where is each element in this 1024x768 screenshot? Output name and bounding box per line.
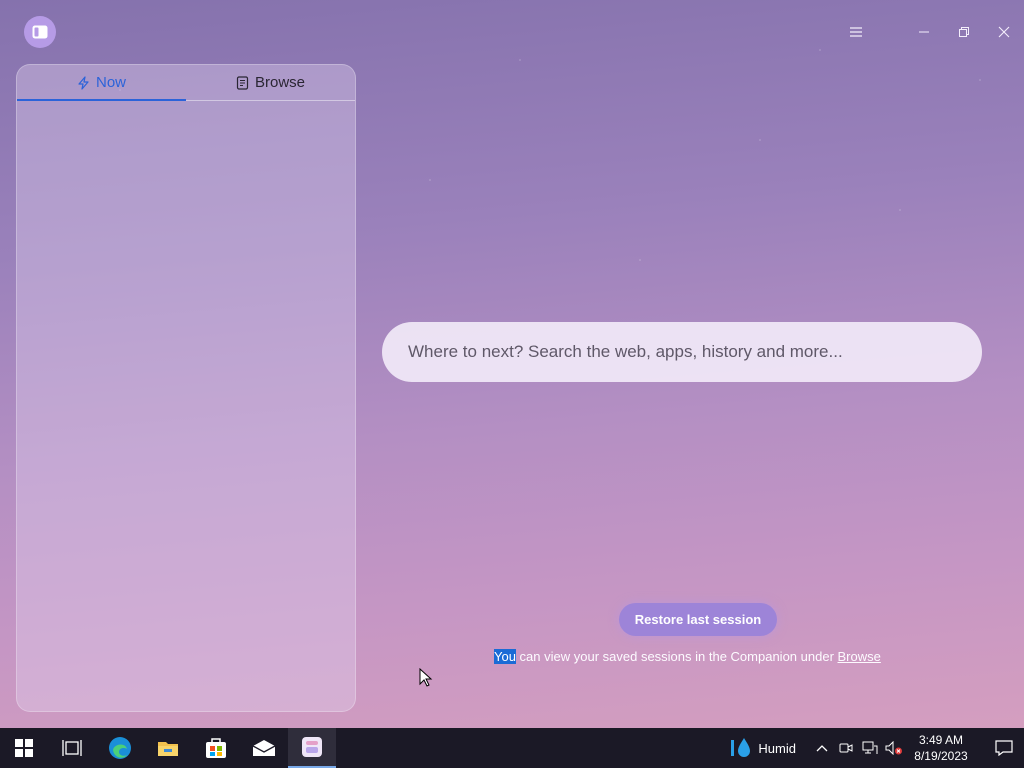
browse-link[interactable]: Browse [838, 649, 881, 664]
search-input[interactable] [408, 342, 956, 362]
mail-icon[interactable] [240, 728, 288, 768]
note-text: can view your saved sessions in the Comp… [515, 649, 838, 664]
sidebar-toggle-icon[interactable] [24, 16, 56, 48]
tab-browse[interactable]: Browse [186, 65, 355, 100]
start-icon[interactable] [0, 728, 48, 768]
minimize-icon[interactable] [904, 12, 944, 52]
task-view-icon[interactable] [48, 728, 96, 768]
selected-text: You [494, 649, 516, 664]
companion-panel: Now Browse [16, 64, 356, 712]
store-icon[interactable] [192, 728, 240, 768]
lightning-icon [78, 75, 89, 90]
chevron-up-icon[interactable] [810, 728, 834, 768]
edge-browser-icon[interactable] [96, 728, 144, 768]
sessions-note: You can view your saved sessions in the … [494, 649, 881, 664]
mouse-cursor-icon [419, 668, 433, 687]
tab-browse-label: Browse [254, 74, 306, 91]
search-box[interactable] [382, 322, 982, 382]
weather-widget[interactable]: Humid [730, 736, 796, 760]
taskbar: Humid 3:49 AM 8/19/2023 [0, 728, 1024, 768]
network-icon[interactable] [858, 728, 882, 768]
browser-app-icon[interactable] [288, 728, 336, 768]
clock-time: 3:49 AM [918, 733, 964, 747]
weather-label: Humid [758, 740, 796, 756]
menu-icon[interactable] [836, 12, 876, 52]
file-explorer-icon[interactable] [144, 728, 192, 768]
tab-now-label: Now [95, 74, 126, 91]
window-controls [836, 12, 1024, 52]
volume-muted-icon[interactable] [882, 728, 906, 768]
clock-date: 8/19/2023 [914, 749, 968, 763]
meet-now-icon[interactable] [834, 728, 858, 768]
humidity-icon [731, 738, 751, 757]
restore-icon[interactable] [944, 12, 984, 52]
close-icon[interactable] [984, 12, 1024, 52]
clock[interactable]: 3:49 AM 8/19/2023 [912, 732, 970, 764]
restore-session-button[interactable]: Restore last session [619, 603, 777, 636]
companion-tabs: Now Browse [17, 65, 355, 101]
notification-icon[interactable] [984, 728, 1024, 768]
document-icon [236, 75, 249, 90]
tab-now[interactable]: Now [17, 65, 186, 101]
system-tray: Humid 3:49 AM 8/19/2023 [730, 728, 1024, 768]
